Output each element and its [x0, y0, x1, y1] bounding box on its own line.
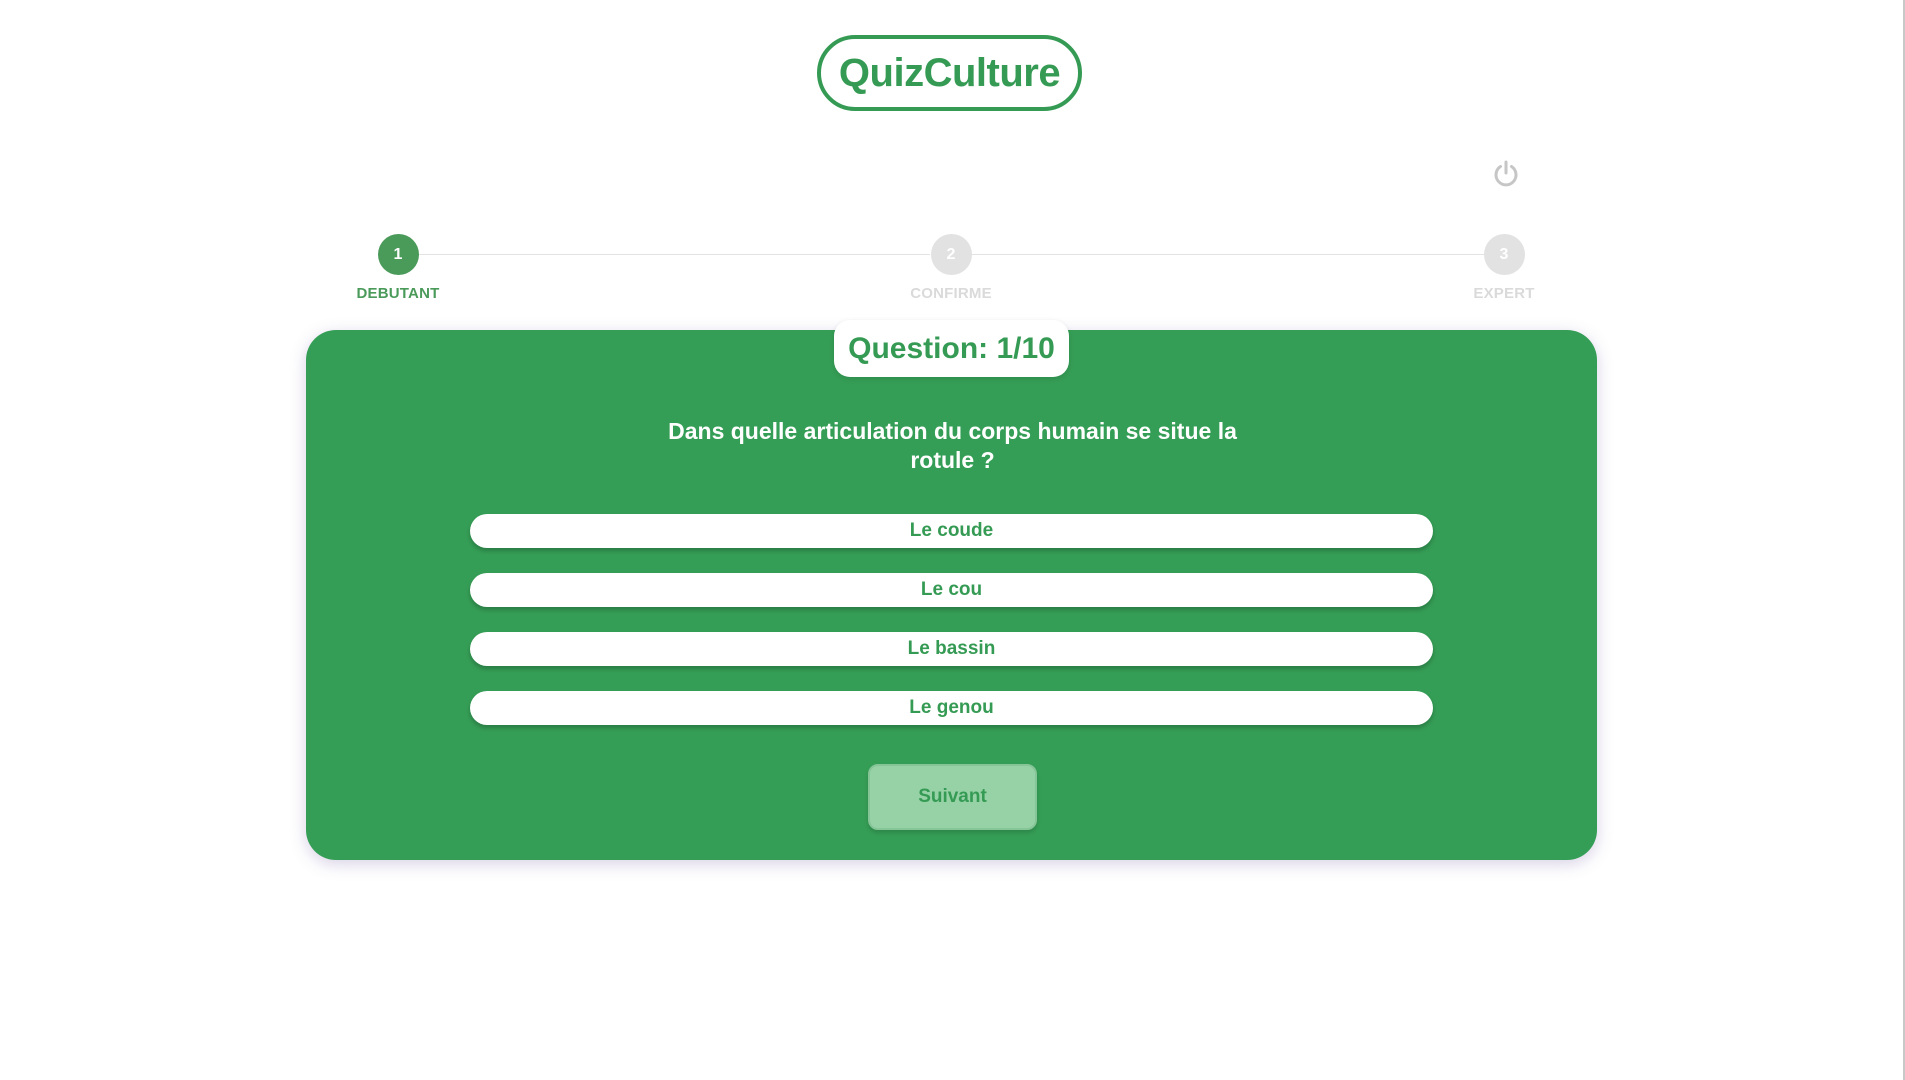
- step-number-badge: 3: [1483, 234, 1525, 275]
- stepper-line: [418, 254, 930, 255]
- step-number-badge: 2: [930, 234, 972, 275]
- step-debutant: 1 DEBUTANT: [338, 234, 458, 302]
- answer-option[interactable]: Le cou: [470, 573, 1433, 607]
- step-confirme: 2 CONFIRME: [891, 234, 1011, 302]
- step-label: EXPERT: [1473, 285, 1535, 302]
- answer-option[interactable]: Le genou: [470, 691, 1433, 725]
- step-number-badge: 1: [377, 234, 419, 275]
- step-label: CONFIRME: [910, 285, 992, 302]
- level-stepper: 1 DEBUTANT 2 CONFIRME 3 EXPERT: [0, 0, 1905, 320]
- question-text: Dans quelle articulation du corps humain…: [668, 418, 1237, 473]
- answer-option[interactable]: Le bassin: [470, 632, 1433, 666]
- quiz-page: QuizCulture 1 DEBUTANT 2 CONFIRME 3 EXPE…: [0, 0, 1905, 1080]
- next-button[interactable]: Suivant: [868, 764, 1037, 830]
- step-expert: 3 EXPERT: [1444, 234, 1564, 302]
- stepper-line: [972, 254, 1485, 255]
- answer-option[interactable]: Le coude: [470, 514, 1433, 548]
- step-label: DEBUTANT: [356, 285, 440, 302]
- question-counter: Question: 1/10: [834, 320, 1069, 377]
- answer-list: Le coude Le cou Le bassin Le genou: [470, 514, 1433, 750]
